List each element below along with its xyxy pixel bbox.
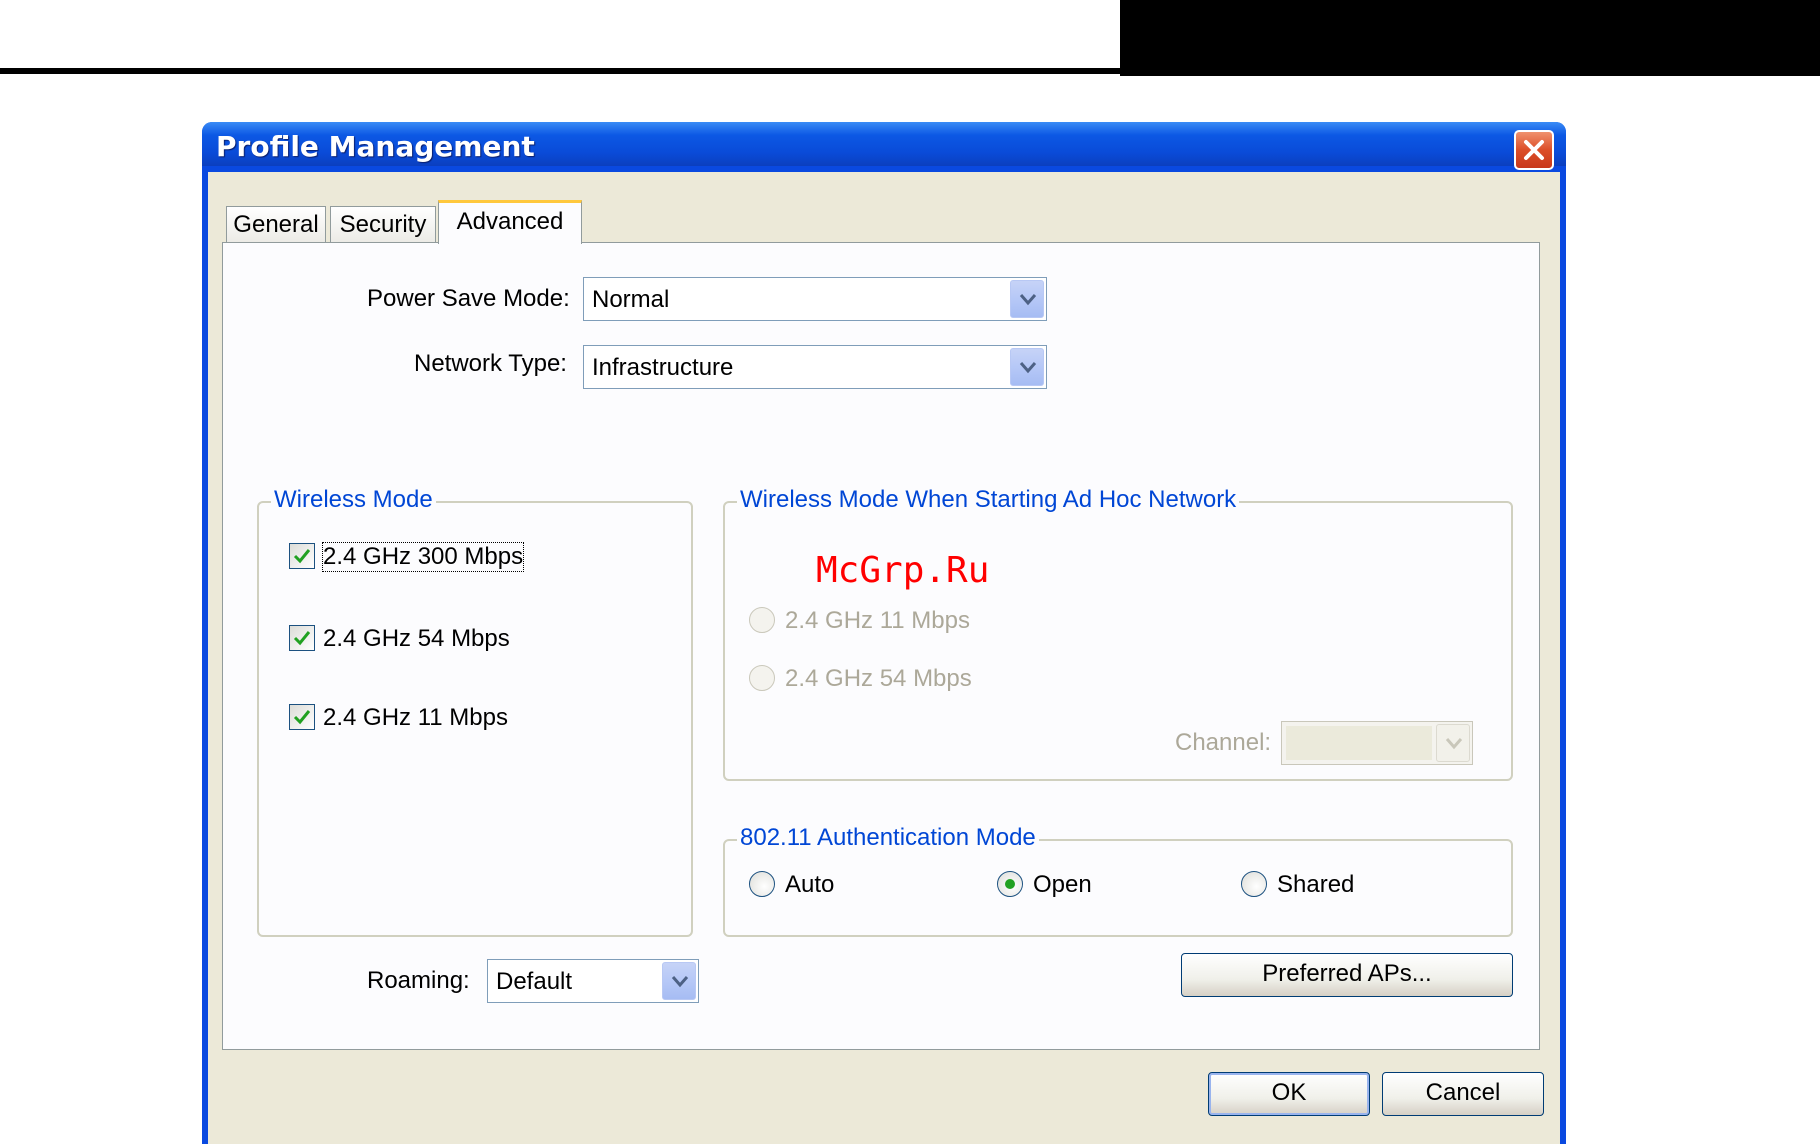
cancel-button[interactable]: Cancel: [1382, 1072, 1544, 1116]
chevron-down-icon: [1445, 738, 1463, 750]
close-button[interactable]: [1514, 130, 1554, 170]
auth-open-radio[interactable]: [997, 871, 1023, 897]
roaming-value: Default: [496, 968, 573, 995]
network-type-label: Network Type:: [414, 350, 567, 377]
tab-advanced[interactable]: Advanced: [438, 200, 582, 244]
checkbox-54mbps[interactable]: [289, 625, 315, 651]
power-save-dropdown-button[interactable]: [1010, 280, 1044, 318]
close-icon: [1524, 140, 1544, 160]
channel-value-box: [1286, 726, 1432, 760]
chevron-down-icon: [1019, 294, 1037, 306]
roaming-select[interactable]: Default: [487, 959, 699, 1003]
page-header-block: [1120, 0, 1820, 76]
power-save-select[interactable]: Normal: [583, 277, 1047, 321]
power-save-value: Normal: [592, 286, 670, 313]
checkmark-icon: [293, 549, 311, 564]
wireless-mode-54-label[interactable]: 2.4 GHz 54 Mbps: [323, 625, 510, 653]
auth-shared-label[interactable]: Shared: [1277, 871, 1354, 899]
network-type-select[interactable]: Infrastructure: [583, 345, 1047, 389]
tab-general[interactable]: General: [226, 206, 326, 242]
checkmark-icon: [293, 631, 311, 646]
preferred-aps-button[interactable]: Preferred APs...: [1181, 953, 1513, 997]
page-rule: [0, 68, 1120, 74]
adhoc-11mbps-radio[interactable]: [749, 607, 775, 633]
auth-open-label[interactable]: Open: [1033, 871, 1092, 899]
wireless-mode-legend: Wireless Mode: [271, 486, 436, 514]
checkbox-300mbps[interactable]: [289, 543, 315, 569]
radio-selected-dot: [1005, 879, 1015, 889]
auth-mode-legend: 802.11 Authentication Mode: [737, 824, 1039, 852]
power-save-label: Power Save Mode:: [367, 285, 570, 312]
adhoc-54mbps-radio[interactable]: [749, 665, 775, 691]
auth-auto-radio[interactable]: [749, 871, 775, 897]
network-type-dropdown-button[interactable]: [1010, 348, 1044, 386]
watermark-text: McGrp.Ru: [816, 550, 990, 591]
wireless-mode-11-label[interactable]: 2.4 GHz 11 Mbps: [323, 704, 508, 732]
auth-auto-label[interactable]: Auto: [785, 871, 834, 899]
auth-mode-group: 802.11 Authentication Mode Auto Open Sha…: [723, 824, 1513, 937]
roaming-label: Roaming:: [367, 967, 470, 994]
checkbox-11mbps[interactable]: [289, 704, 315, 730]
auth-shared-radio[interactable]: [1241, 871, 1267, 897]
wireless-mode-300-label[interactable]: 2.4 GHz 300 Mbps: [321, 542, 525, 572]
adhoc-54mbps-label: 2.4 GHz 54 Mbps: [785, 665, 972, 692]
chevron-down-icon: [1019, 362, 1037, 374]
network-type-value: Infrastructure: [592, 354, 734, 381]
tab-security[interactable]: Security: [330, 206, 436, 242]
adhoc-mode-group: Wireless Mode When Starting Ad Hoc Netwo…: [723, 486, 1513, 781]
title-bar: Profile Management: [202, 122, 1566, 170]
chevron-down-icon: [671, 976, 689, 988]
wireless-mode-group: Wireless Mode 2.4 GHz 300 Mbps 2.4 GHz 5…: [257, 486, 693, 937]
adhoc-mode-legend: Wireless Mode When Starting Ad Hoc Netwo…: [737, 486, 1240, 514]
advanced-tab-panel: Power Save Mode: Normal Network Type: In…: [222, 242, 1540, 1050]
roaming-dropdown-button[interactable]: [662, 962, 696, 1000]
channel-select[interactable]: [1281, 721, 1473, 765]
window-title: Profile Management: [216, 130, 535, 163]
window-client-area: General Security Advanced Power Save Mod…: [208, 172, 1560, 1144]
channel-label: Channel:: [1175, 729, 1272, 756]
adhoc-11mbps-label: 2.4 GHz 11 Mbps: [785, 607, 970, 634]
profile-management-window: Profile Management General Security Adva…: [202, 122, 1566, 1144]
channel-dropdown-button[interactable]: [1436, 724, 1470, 762]
ok-button[interactable]: OK: [1208, 1072, 1370, 1116]
checkmark-icon: [293, 710, 311, 725]
